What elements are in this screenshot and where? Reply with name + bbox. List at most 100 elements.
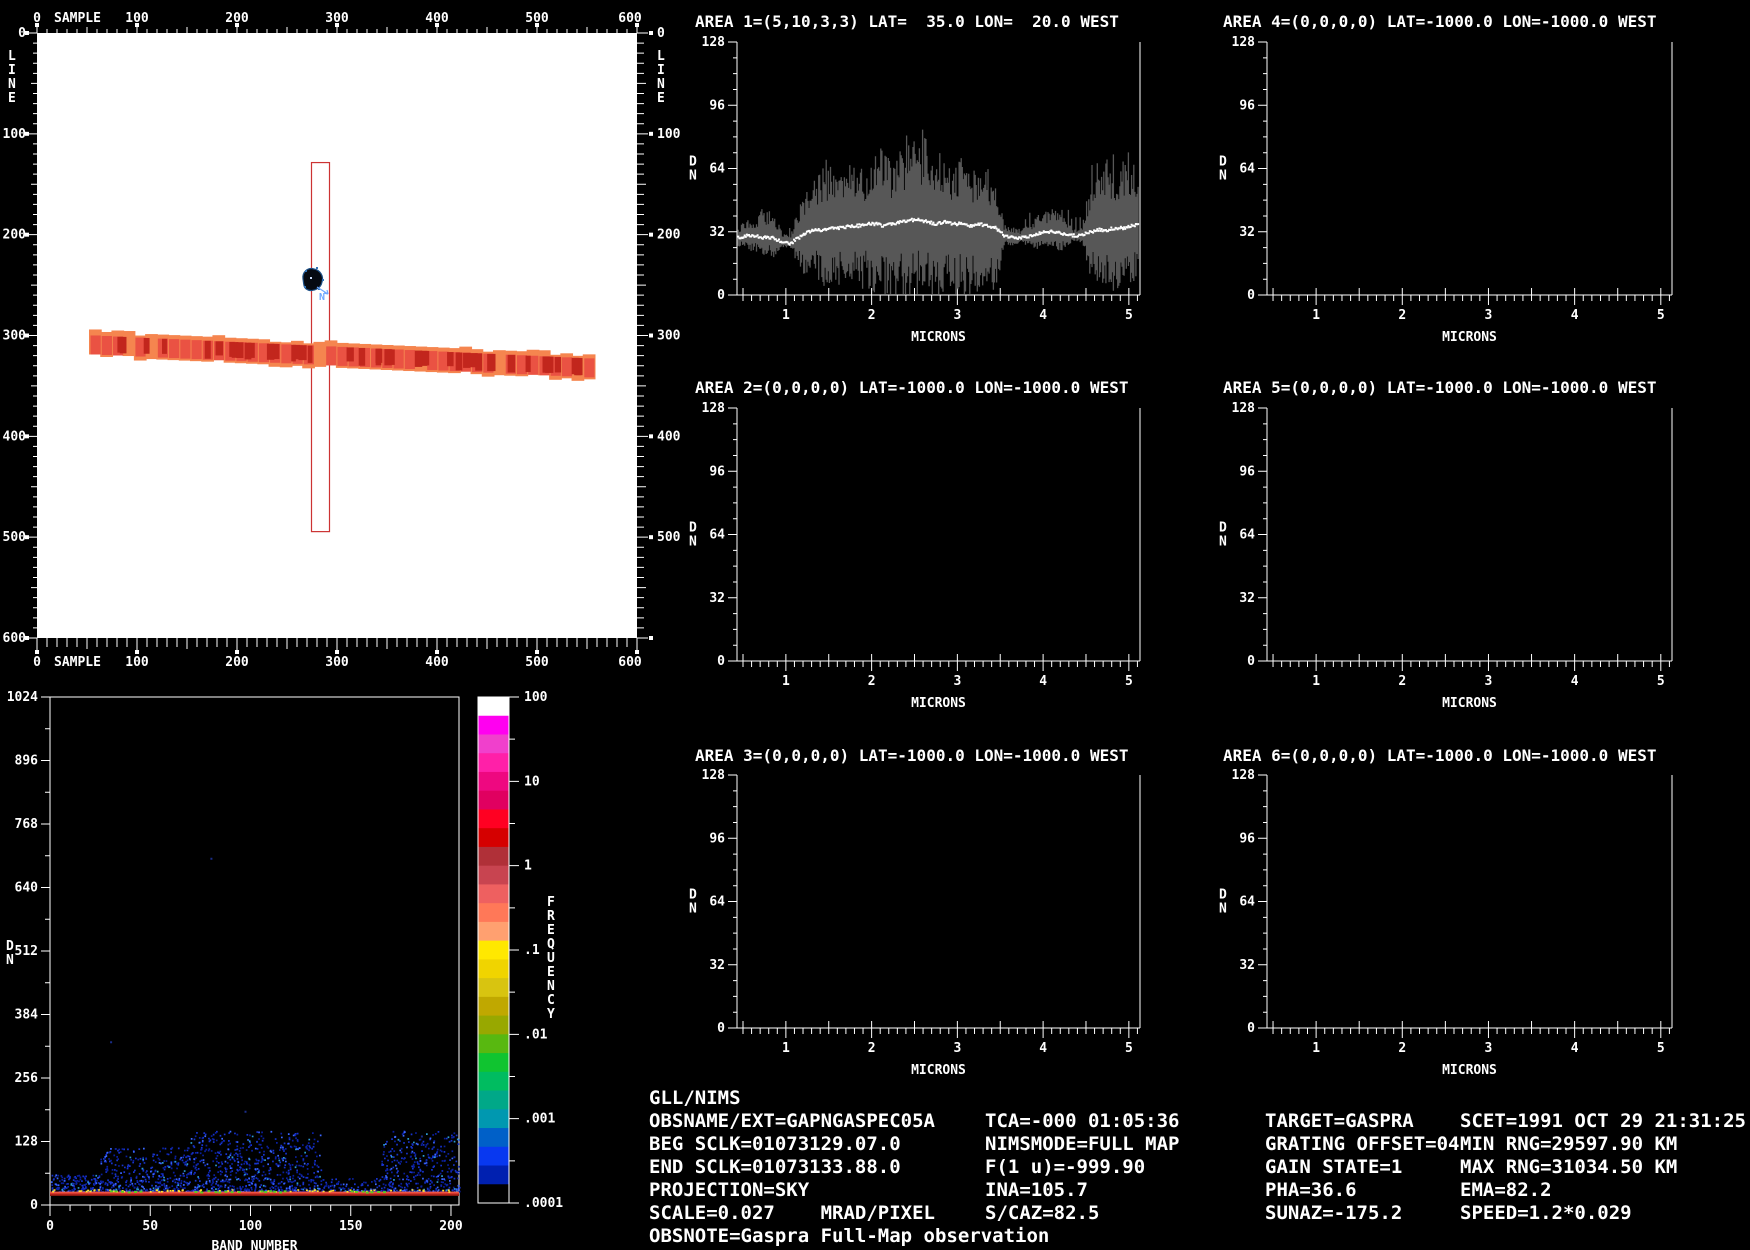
obsnote-line: OBSNOTE=Gaspra Full-Map observation bbox=[649, 1225, 1050, 1247]
shape bbox=[389, 349, 395, 365]
dn-axis-label: N bbox=[689, 902, 697, 917]
dn-tick-label: 32 bbox=[709, 958, 725, 973]
spectro-dn-axis-label: N bbox=[6, 953, 14, 968]
shape bbox=[191, 340, 202, 360]
spectro-dn-tick-label: 384 bbox=[15, 1008, 39, 1023]
dn-axis-label: D bbox=[1219, 888, 1227, 903]
instrument-id: GLL/NIMS bbox=[649, 1087, 741, 1109]
shape bbox=[584, 358, 595, 378]
gain-line: GAIN STATE=1 bbox=[1265, 1156, 1403, 1178]
shape bbox=[326, 346, 337, 366]
nims-display-screen: 0 0 100 100 200 200 300 300 400 400 500 500 600 600 SA… bbox=[0, 0, 1750, 1250]
line-tick-label: 300 bbox=[657, 329, 681, 344]
area-panel-2 bbox=[728, 407, 1141, 671]
dn-tick-label: 64 bbox=[1239, 162, 1255, 177]
shape bbox=[204, 340, 211, 359]
shape bbox=[478, 1053, 509, 1073]
shape bbox=[571, 357, 579, 375]
band-tick-label: 200 bbox=[439, 1219, 463, 1234]
micron-tick-label: 3 bbox=[1485, 308, 1493, 323]
area-panel-3 bbox=[728, 774, 1141, 1038]
shape bbox=[478, 715, 509, 735]
shape bbox=[478, 1015, 509, 1035]
shape bbox=[463, 352, 471, 368]
dn-tick-label: 128 bbox=[1232, 768, 1256, 783]
dn-axis-label: N bbox=[1219, 169, 1227, 184]
dn-tick-label: 0 bbox=[717, 1021, 725, 1036]
sample-tick-label: 500 bbox=[525, 655, 549, 670]
dn-tick-label: 128 bbox=[702, 768, 726, 783]
shape bbox=[475, 353, 483, 371]
shape bbox=[478, 734, 509, 754]
shape bbox=[487, 353, 496, 372]
area1-minmax-envelope bbox=[737, 129, 1139, 294]
shape bbox=[313, 341, 327, 367]
line-tick-label: 400 bbox=[3, 429, 27, 444]
shape bbox=[554, 357, 562, 373]
shape bbox=[322, 279, 324, 281]
micron-tick-label: 1 bbox=[1312, 674, 1320, 689]
shape bbox=[101, 335, 112, 355]
shape bbox=[215, 341, 224, 356]
dn-tick-label: 32 bbox=[1239, 958, 1255, 973]
shape bbox=[478, 1184, 509, 1204]
shape bbox=[478, 1071, 509, 1092]
ruler-dot bbox=[649, 131, 653, 136]
spectro-dn-tick-label: 256 bbox=[15, 1071, 39, 1086]
shape bbox=[509, 696, 519, 1204]
shape bbox=[305, 270, 307, 272]
dn-axis-label: D bbox=[689, 521, 697, 536]
dn-tick-label: 0 bbox=[1247, 288, 1255, 303]
frequency-axis-label: N bbox=[547, 979, 555, 994]
micron-tick-label: 5 bbox=[1125, 674, 1133, 689]
shape bbox=[316, 267, 318, 269]
shape bbox=[478, 846, 509, 867]
shape bbox=[293, 344, 300, 360]
area-6-title: AREA 6=(0,0,0,0) LAT=-1000.0 LON=-1000.0… bbox=[1223, 746, 1657, 765]
dn-axis-label: N bbox=[1219, 535, 1227, 550]
band-tick-label: 150 bbox=[339, 1219, 363, 1234]
shape bbox=[478, 1128, 509, 1148]
shape bbox=[119, 336, 127, 354]
spectro-dn-tick-label: 0 bbox=[30, 1198, 38, 1213]
shape bbox=[478, 1034, 509, 1054]
micron-tick-label: 3 bbox=[953, 308, 961, 323]
micron-tick-label: 5 bbox=[1125, 308, 1133, 323]
line-tick-label: 200 bbox=[657, 228, 681, 243]
shape bbox=[478, 903, 509, 923]
projection-line: PROJECTION=SKY bbox=[649, 1179, 810, 1201]
band-tick-label: 0 bbox=[46, 1219, 54, 1234]
ruler-dot bbox=[649, 232, 653, 237]
spectrogram-frame bbox=[49, 696, 460, 1206]
dn-tick-label: 32 bbox=[1239, 591, 1255, 606]
ina-line: INA=105.7 bbox=[985, 1179, 1088, 1201]
shape bbox=[561, 357, 573, 377]
frequency-tick-label: 1 bbox=[524, 859, 532, 874]
micron-tick-label: 5 bbox=[1125, 1041, 1133, 1056]
shape bbox=[478, 884, 509, 904]
micron-tick-label: 4 bbox=[1571, 308, 1579, 323]
dn-tick-label: 128 bbox=[702, 401, 726, 416]
sample-axis-label: SAMPLE bbox=[54, 655, 101, 670]
baseline-stripe bbox=[50, 1194, 459, 1196]
sample-tick-label: 400 bbox=[425, 11, 449, 26]
line-tick-label: 500 bbox=[657, 530, 681, 545]
shape bbox=[478, 1165, 509, 1185]
ruler-dot bbox=[649, 31, 653, 35]
shape bbox=[304, 286, 306, 288]
ruler-dot bbox=[649, 434, 653, 439]
shape bbox=[478, 1109, 509, 1129]
tca-line: TCA=-000 01:05:36 bbox=[985, 1110, 1180, 1132]
speed-line: SPEED=1.2*0.029 bbox=[1460, 1202, 1632, 1224]
micron-tick-label: 5 bbox=[1657, 1041, 1665, 1056]
graphics-canvas: 00100100200200300300400400500500600600SA… bbox=[3, 11, 1673, 1250]
dn-axis-label: D bbox=[1219, 521, 1227, 536]
sample-tick-label: 600 bbox=[618, 11, 642, 26]
sample-tick-label: 400 bbox=[425, 655, 449, 670]
scale-line: SCALE=0.027 MRAD/PIXEL bbox=[649, 1202, 935, 1224]
micron-tick-label: 4 bbox=[1571, 1041, 1579, 1056]
micron-tick-label: 3 bbox=[1485, 674, 1493, 689]
line-axis-label: N bbox=[8, 77, 16, 92]
shape bbox=[236, 342, 244, 358]
grating-line: GRATING OFFSET=04 bbox=[1265, 1133, 1460, 1155]
